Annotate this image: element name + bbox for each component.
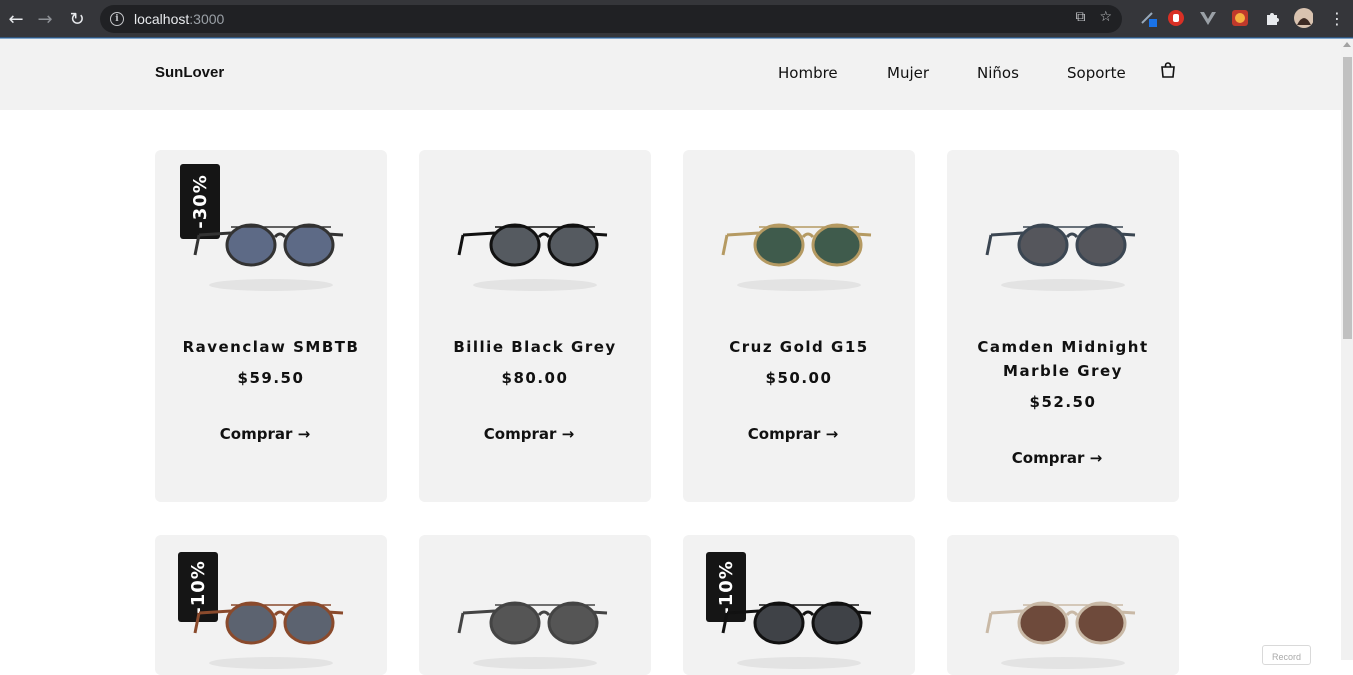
back-icon[interactable]: ← (0, 3, 32, 35)
product-price: $52.50 (1029, 393, 1097, 411)
site-info-icon[interactable]: i (110, 12, 124, 26)
product-name[interactable]: Billie Black Grey (419, 335, 651, 359)
nav-hombre[interactable]: Hombre (778, 64, 838, 82)
product-image[interactable] (455, 593, 615, 673)
buy-button[interactable]: Comprar → (419, 425, 639, 443)
extension-hand-icon[interactable] (1166, 8, 1186, 28)
nav-mujer[interactable]: Mujer (887, 64, 929, 82)
product-name[interactable]: Ravenclaw SMBTB (155, 335, 387, 359)
product-card[interactable] (947, 535, 1179, 675)
product-card[interactable]: Billie Black Grey $80.00 Comprar → (419, 150, 651, 502)
buy-button[interactable]: Comprar → (683, 425, 903, 443)
nav-soporte[interactable]: Soporte (1067, 64, 1126, 82)
product-image[interactable] (455, 215, 615, 295)
nav-ninos[interactable]: Niños (977, 64, 1019, 82)
product-image[interactable] (983, 593, 1143, 673)
product-card[interactable]: Cruz Gold G15 $50.00 Comprar → (683, 150, 915, 502)
product-card[interactable]: Camden Midnight Marble Grey $52.50 Compr… (947, 150, 1179, 502)
product-card[interactable]: -10% (683, 535, 915, 675)
product-card[interactable]: -10% (155, 535, 387, 675)
product-card[interactable]: -30% Ravenclaw SMBTB $59.50 Comprar → (155, 150, 387, 502)
buy-button[interactable]: Comprar → (947, 449, 1167, 467)
buy-button[interactable]: Comprar → (155, 425, 375, 443)
extension-vue-icon[interactable] (1198, 8, 1218, 28)
scrollbar-thumb[interactable] (1343, 57, 1352, 339)
product-name[interactable]: Camden Midnight Marble Grey (947, 335, 1179, 383)
product-image[interactable] (719, 593, 879, 673)
product-image[interactable] (719, 215, 879, 295)
product-price: $59.50 (237, 369, 305, 387)
product-price: $80.00 (501, 369, 569, 387)
site-header: SunLover Hombre Mujer Niños Soporte (0, 39, 1341, 110)
product-image[interactable] (983, 215, 1143, 295)
product-image[interactable] (191, 215, 351, 295)
extensions-puzzle-icon[interactable] (1262, 8, 1282, 28)
share-icon[interactable]: ⧉ (1075, 9, 1085, 25)
product-price: $50.00 (765, 369, 833, 387)
reload-icon[interactable]: ↻ (61, 3, 93, 35)
brand-logo[interactable]: SunLover (155, 64, 224, 81)
extension-avatar-icon[interactable] (1230, 8, 1250, 28)
forward-icon[interactable]: → (29, 3, 61, 35)
extension-pen-icon[interactable] (1138, 8, 1158, 28)
browser-toolbar: ← → ↻ i localhost:3000 ⧉ ☆ ⋮ (0, 0, 1353, 38)
url-text: localhost:3000 (134, 11, 225, 27)
scroll-up-arrow-icon[interactable] (1343, 42, 1351, 47)
product-name[interactable]: Cruz Gold G15 (683, 335, 915, 359)
profile-avatar[interactable] (1293, 8, 1313, 28)
address-bar[interactable]: i localhost:3000 ⧉ ☆ (100, 5, 1122, 33)
shopping-bag-icon[interactable] (1160, 62, 1176, 78)
record-button[interactable]: Record (1262, 645, 1311, 665)
product-card[interactable] (419, 535, 651, 675)
product-image[interactable] (191, 593, 351, 673)
star-icon[interactable]: ☆ (1099, 9, 1112, 25)
menu-kebab-icon[interactable]: ⋮ (1327, 8, 1347, 28)
